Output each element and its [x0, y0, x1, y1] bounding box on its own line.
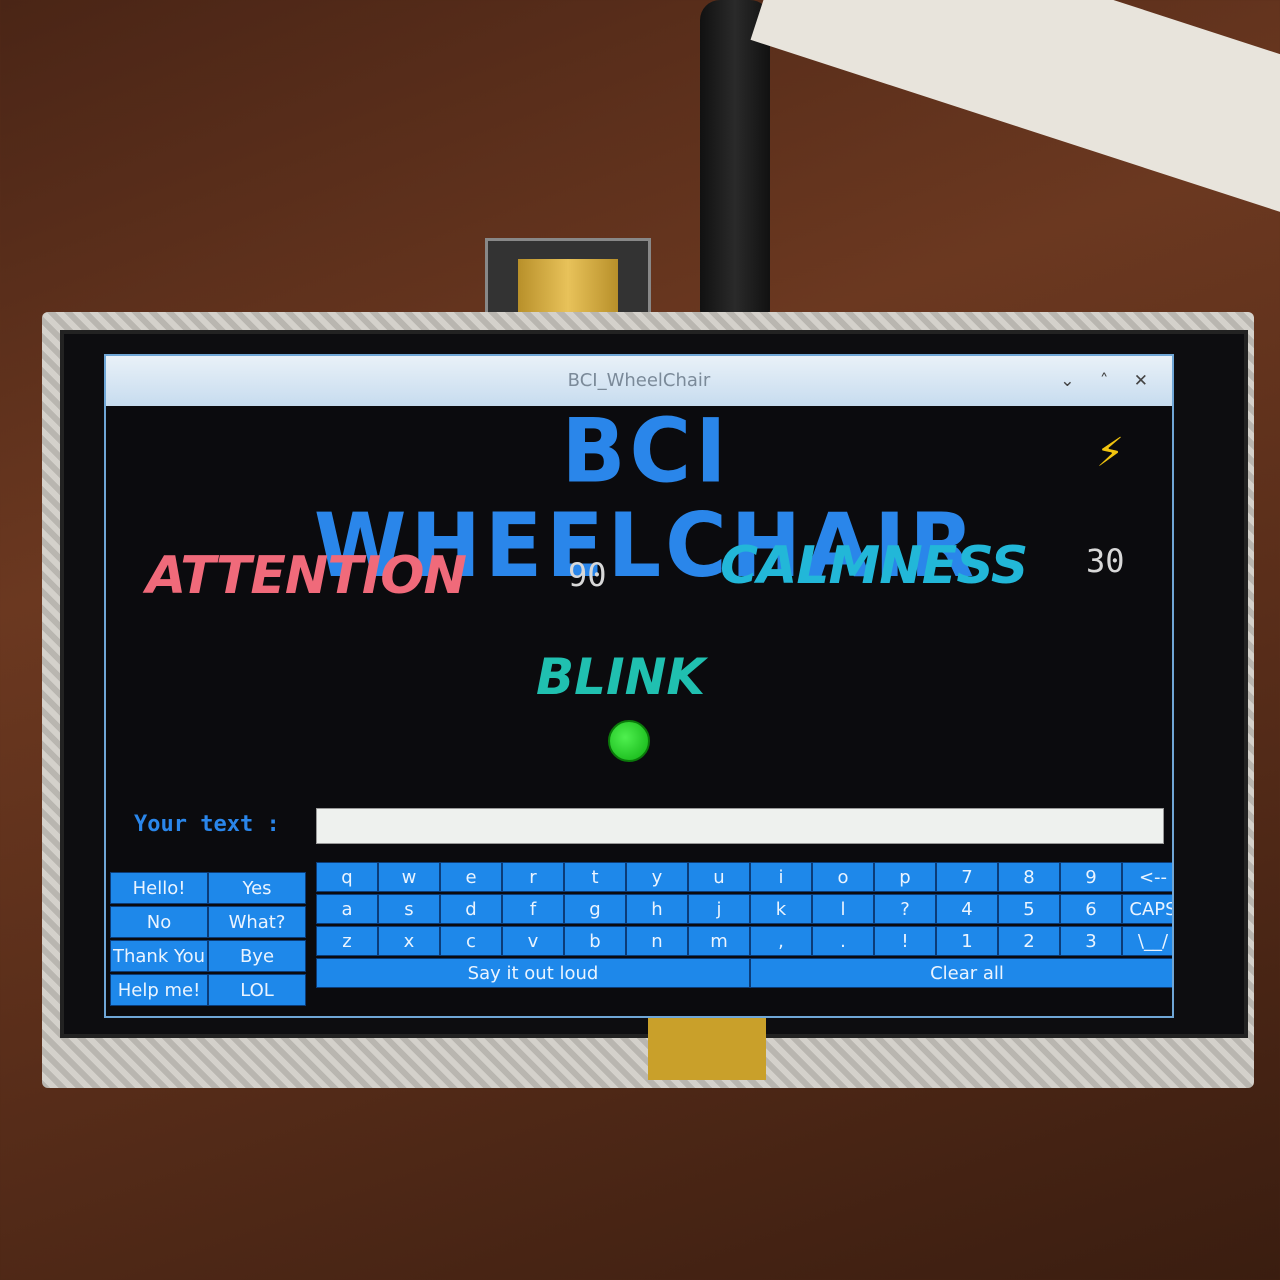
phrase-button[interactable]: What? — [208, 906, 306, 938]
key-button[interactable]: s — [378, 894, 440, 924]
key-button[interactable]: j — [688, 894, 750, 924]
key-button[interactable]: o — [812, 862, 874, 892]
key-button[interactable]: CAPS — [1122, 894, 1172, 924]
phrase-button[interactable]: Bye — [208, 940, 306, 972]
key-button[interactable]: ? — [874, 894, 936, 924]
speak-button[interactable]: Say it out loud — [316, 958, 750, 988]
touch-flex-cable — [648, 1010, 766, 1080]
app-title: BCI WHEELCHAIR — [313, 399, 979, 597]
blink-indicator — [608, 720, 650, 762]
key-button[interactable]: p — [874, 862, 936, 892]
key-button[interactable]: q — [316, 862, 378, 892]
text-field-label: Your text : — [134, 812, 280, 837]
clear-all-button[interactable]: Clear all — [750, 958, 1172, 988]
on-screen-keyboard: q w e r t y u i o p 7 8 9 <-- a s d f g h j k l? 4 5 6 CAPS z x c v b n m… — [316, 862, 1172, 988]
key-button[interactable]: m — [688, 926, 750, 956]
key-button[interactable]: l — [812, 894, 874, 924]
key-button[interactable]: ! — [874, 926, 936, 956]
key-button[interactable]: w — [378, 862, 440, 892]
phrase-button[interactable]: No — [110, 906, 208, 938]
attention-label: ATTENTION — [146, 546, 467, 606]
phrase-panel: Hello! Yes No What? Thank You Bye Help m… — [110, 872, 306, 1006]
ruler — [750, 0, 1280, 213]
window-controls[interactable]: ⌄ ˄ ✕ — [1060, 356, 1158, 406]
key-button[interactable]: 1 — [936, 926, 998, 956]
key-button[interactable]: b — [564, 926, 626, 956]
key-button[interactable]: 2 — [998, 926, 1060, 956]
key-button[interactable]: z — [316, 926, 378, 956]
phrase-button[interactable]: Yes — [208, 872, 306, 904]
key-button[interactable]: u — [688, 862, 750, 892]
key-button[interactable]: i — [750, 862, 812, 892]
key-button[interactable]: , — [750, 926, 812, 956]
window-title: BCI_WheelChair — [567, 370, 711, 391]
lightning-icon: ⚡ — [1096, 430, 1125, 476]
key-button[interactable]: t — [564, 862, 626, 892]
key-button[interactable]: y — [626, 862, 688, 892]
key-button[interactable]: k — [750, 894, 812, 924]
key-button[interactable]: \__/ — [1122, 926, 1172, 956]
key-button[interactable]: f — [502, 894, 564, 924]
key-button[interactable]: 6 — [1060, 894, 1122, 924]
phrase-button[interactable]: Help me! — [110, 974, 208, 1006]
window-titlebar[interactable]: BCI_WheelChair ⌄ ˄ ✕ — [106, 356, 1172, 406]
power-cable — [700, 0, 770, 330]
key-button[interactable]: 9 — [1060, 862, 1122, 892]
key-button[interactable]: . — [812, 926, 874, 956]
key-button[interactable]: 3 — [1060, 926, 1122, 956]
key-button[interactable]: 5 — [998, 894, 1060, 924]
calmness-value: 30 — [1086, 542, 1125, 580]
key-button[interactable]: <-- — [1122, 862, 1172, 892]
phrase-button[interactable]: Thank You — [110, 940, 208, 972]
key-button[interactable]: h — [626, 894, 688, 924]
phrase-button[interactable]: Hello! — [110, 872, 208, 904]
phrase-button[interactable]: LOL — [208, 974, 306, 1006]
key-button[interactable]: 7 — [936, 862, 998, 892]
key-button[interactable]: 4 — [936, 894, 998, 924]
key-button[interactable]: v — [502, 926, 564, 956]
key-button[interactable]: x — [378, 926, 440, 956]
key-button[interactable]: 8 — [998, 862, 1060, 892]
key-button[interactable]: c — [440, 926, 502, 956]
app-window: BCI_WheelChair ⌄ ˄ ✕ BCI WHEELCHAIR ⚡ AT… — [104, 354, 1174, 1018]
key-button[interactable]: r — [502, 862, 564, 892]
text-input[interactable] — [316, 808, 1164, 844]
attention-value: 90 — [568, 556, 607, 594]
key-button[interactable]: d — [440, 894, 502, 924]
key-button[interactable]: a — [316, 894, 378, 924]
key-button[interactable]: e — [440, 862, 502, 892]
key-button[interactable]: g — [564, 894, 626, 924]
key-button[interactable]: n — [626, 926, 688, 956]
calmness-label: CALMNESS — [720, 536, 1028, 596]
blink-label: BLINK — [536, 648, 706, 706]
